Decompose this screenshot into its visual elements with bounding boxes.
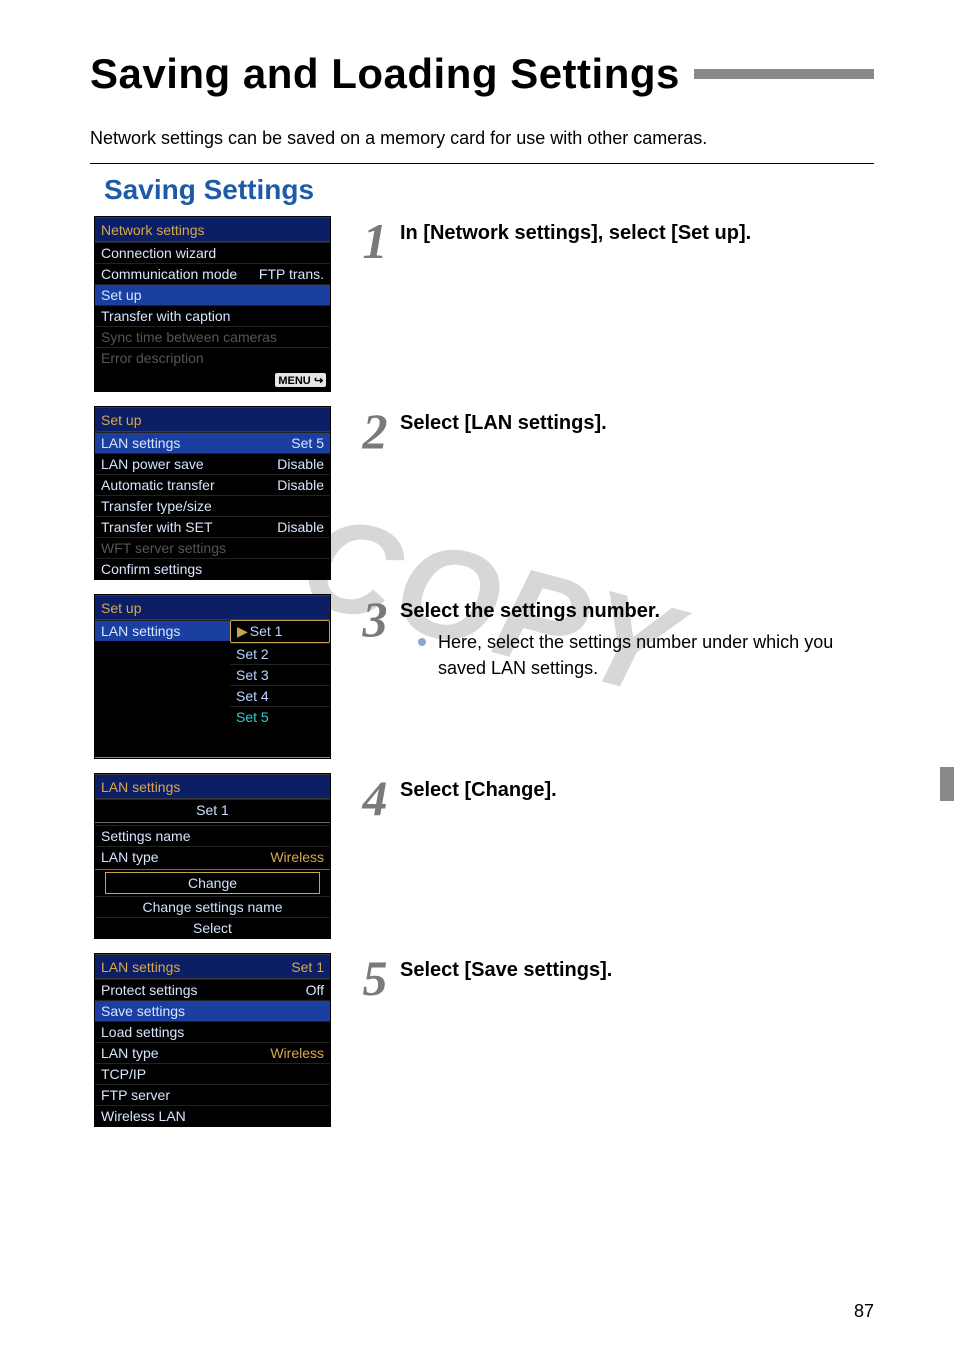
cam-rule bbox=[95, 757, 330, 758]
menu-item: Confirm settings bbox=[101, 561, 324, 577]
return-icon: ↩ bbox=[314, 374, 323, 387]
step-3: Set up LAN settings ▶Set 1 Set 2 Set 3 S… bbox=[90, 594, 874, 759]
step-number: 2 bbox=[350, 406, 400, 456]
menu-item: FTP server bbox=[101, 1087, 324, 1103]
menu-badge: MENU ↩ bbox=[275, 373, 326, 387]
menu-item: Connection wizard bbox=[101, 245, 324, 261]
menu-item-selected: Set up bbox=[101, 287, 324, 303]
menu-item: Wireless LAN bbox=[101, 1108, 324, 1124]
cam-title: LAN settings bbox=[95, 774, 330, 799]
menu-item-selected: Save settings bbox=[101, 1003, 324, 1019]
step-number: 3 bbox=[350, 594, 400, 644]
menu-item-disabled: Error description bbox=[101, 350, 324, 366]
cam-title: LAN settingsSet 1 bbox=[95, 954, 330, 979]
menu-item-selected: LAN settings bbox=[101, 435, 291, 451]
bullet-icon bbox=[418, 638, 426, 646]
page-number: 87 bbox=[854, 1301, 874, 1322]
step-title: Select [Change]. bbox=[400, 779, 874, 802]
cam-title: Set up bbox=[95, 595, 330, 620]
menu-button-selected: Change bbox=[105, 872, 320, 894]
title-bar-icon bbox=[694, 69, 874, 79]
step-1: Network settings Connection wizard Commu… bbox=[90, 216, 874, 392]
menu-item: Settings name bbox=[101, 828, 324, 844]
menu-item: Transfer type/size bbox=[101, 498, 324, 514]
menu-button: Select bbox=[95, 917, 330, 938]
side-tab bbox=[940, 767, 954, 801]
step-2: Set up LAN settingsSet 5 LAN power saveD… bbox=[90, 406, 874, 580]
cam-footer: MENU ↩ bbox=[95, 368, 330, 391]
menu-item: Transfer with SET bbox=[101, 519, 277, 535]
cam-title: Network settings bbox=[95, 217, 330, 242]
menu-item-disabled: WFT server settings bbox=[101, 540, 324, 556]
cam-screenshot-1: Network settings Connection wizard Commu… bbox=[94, 216, 331, 392]
step-title: Select [Save settings]. bbox=[400, 959, 874, 982]
intro-text: Network settings can be saved on a memor… bbox=[90, 128, 874, 149]
menu-item: Load settings bbox=[101, 1024, 324, 1040]
menu-item-selected: LAN settings bbox=[101, 623, 224, 639]
cam-title: Set up bbox=[95, 407, 330, 432]
step-bullet: Here, select the settings number under w… bbox=[400, 629, 874, 681]
section-rule bbox=[90, 163, 874, 164]
menu-item: Communication mode bbox=[101, 266, 259, 282]
page-title: Saving and Loading Settings bbox=[90, 50, 680, 98]
menu-item-disabled: Sync time between cameras bbox=[101, 329, 324, 345]
menu-item: LAN type bbox=[101, 1045, 270, 1061]
menu-item: TCP/IP bbox=[101, 1066, 324, 1082]
menu-item: LAN power save bbox=[101, 456, 277, 472]
section-heading: Saving Settings bbox=[104, 174, 874, 206]
step-title: Select [LAN settings]. bbox=[400, 412, 874, 435]
step-title: Select the settings number. bbox=[400, 600, 874, 623]
cam-screenshot-5: LAN settingsSet 1 Protect settingsOff Sa… bbox=[94, 953, 331, 1127]
option: Set 4 bbox=[230, 685, 330, 706]
page-title-row: Saving and Loading Settings bbox=[90, 50, 874, 98]
step-title: In [Network settings], select [Set up]. bbox=[400, 222, 874, 245]
cam-screenshot-2: Set up LAN settingsSet 5 LAN power saveD… bbox=[94, 406, 331, 580]
menu-item: Transfer with caption bbox=[101, 308, 324, 324]
caret-icon: ▶ bbox=[237, 623, 248, 639]
step-4: LAN settings Set 1 Settings name LAN typ… bbox=[90, 773, 874, 939]
option-selected: ▶Set 1 bbox=[230, 620, 330, 643]
menu-button: Change settings name bbox=[95, 896, 330, 917]
cam-screenshot-4: LAN settings Set 1 Settings name LAN typ… bbox=[94, 773, 331, 939]
option: Set 5 bbox=[230, 706, 330, 727]
step-number: 1 bbox=[350, 216, 400, 266]
cam-screenshot-3: Set up LAN settings ▶Set 1 Set 2 Set 3 S… bbox=[94, 594, 331, 759]
option: Set 3 bbox=[230, 664, 330, 685]
step-number: 4 bbox=[350, 773, 400, 823]
option: Set 2 bbox=[230, 643, 330, 664]
menu-item: Protect settings bbox=[101, 982, 306, 998]
step-5: LAN settingsSet 1 Protect settingsOff Sa… bbox=[90, 953, 874, 1127]
menu-item: Automatic transfer bbox=[101, 477, 277, 493]
step-number: 5 bbox=[350, 953, 400, 1003]
menu-item: LAN type bbox=[101, 849, 270, 865]
cam-subtitle: Set 1 bbox=[95, 799, 330, 820]
